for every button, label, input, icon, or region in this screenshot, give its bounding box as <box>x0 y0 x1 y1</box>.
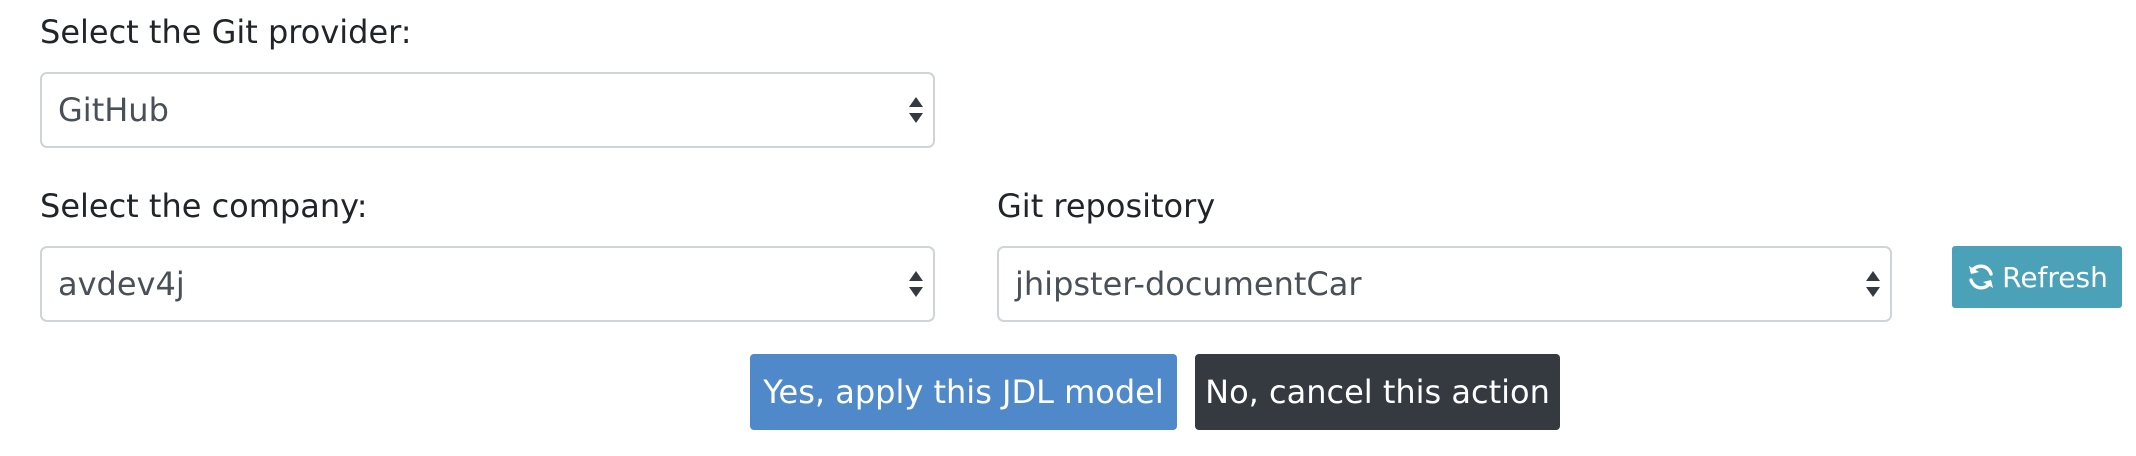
repository-value: jhipster-documentCar <box>1015 265 1362 303</box>
git-provider-value: GitHub <box>58 91 169 129</box>
company-label: Select the company: <box>40 187 368 225</box>
select-arrows-icon <box>909 271 923 297</box>
repository-select[interactable]: jhipster-documentCar <box>997 246 1892 322</box>
refresh-icon <box>1969 264 1994 290</box>
repository-label: Git repository <box>997 187 1216 225</box>
company-select[interactable]: avdev4j <box>40 246 935 322</box>
apply-jdl-form: Select the Git provider: GitHub Select t… <box>0 0 2136 456</box>
refresh-button-label: Refresh <box>2002 260 2108 294</box>
select-arrows-icon <box>1866 271 1880 297</box>
company-value: avdev4j <box>58 265 185 303</box>
refresh-button[interactable]: Refresh <box>1952 246 2122 308</box>
cancel-action-button[interactable]: No, cancel this action <box>1195 354 1560 430</box>
git-provider-select[interactable]: GitHub <box>40 72 935 148</box>
apply-jdl-button[interactable]: Yes, apply this JDL model <box>750 354 1177 430</box>
select-arrows-icon <box>909 97 923 123</box>
git-provider-label: Select the Git provider: <box>40 13 412 51</box>
